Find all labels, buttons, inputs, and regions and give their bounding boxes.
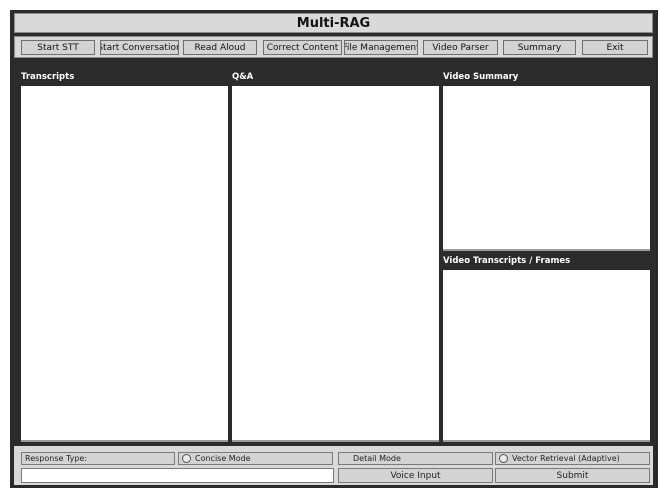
start-conversation-button[interactable]: Start Conversation <box>100 40 179 55</box>
summary-button[interactable]: Summary <box>503 40 576 55</box>
correct-content-button[interactable]: Correct Content <box>263 40 342 55</box>
footer-controls: Response Type: Concise Mode Detail Mode … <box>14 446 653 485</box>
video-summary-panel[interactable] <box>443 86 650 251</box>
app-window: Multi-RAG Start STT Start Conversation R… <box>10 10 658 488</box>
toolbar: Start STT Start Conversation Read Aloud … <box>14 36 653 58</box>
qa-label: Q&A <box>232 72 254 82</box>
radio-icon <box>182 454 191 463</box>
vector-retrieval-radio[interactable]: Vector Retrieval (Adaptive) <box>495 452 650 465</box>
qa-panel[interactable] <box>232 86 439 442</box>
video-transcripts-frames-label: Video Transcripts / Frames <box>443 256 571 266</box>
video-transcripts-frames-panel[interactable] <box>443 270 650 442</box>
radio-icon <box>499 454 508 463</box>
detail-mode-label: Detail Mode <box>353 454 401 463</box>
submit-button[interactable]: Submit <box>495 468 650 483</box>
transcripts-panel[interactable] <box>21 86 228 442</box>
video-summary-label: Video Summary <box>443 72 519 82</box>
vector-retrieval-label: Vector Retrieval (Adaptive) <box>512 454 620 463</box>
exit-button[interactable]: Exit <box>582 40 648 55</box>
read-aloud-button[interactable]: Read Aloud <box>183 40 257 55</box>
file-management-button[interactable]: File Management <box>344 40 418 55</box>
concise-mode-label: Concise Mode <box>195 454 251 463</box>
query-input[interactable] <box>21 468 334 483</box>
response-type-label: Response Type: <box>21 452 175 465</box>
app-title: Multi-RAG <box>296 15 371 31</box>
video-parser-button[interactable]: Video Parser <box>423 40 498 55</box>
start-stt-button[interactable]: Start STT <box>21 40 95 55</box>
concise-mode-radio[interactable]: Concise Mode <box>178 452 333 465</box>
detail-mode-option[interactable]: Detail Mode <box>338 452 493 465</box>
title-bar: Multi-RAG <box>14 13 653 33</box>
transcripts-label: Transcripts <box>21 72 75 82</box>
voice-input-button[interactable]: Voice Input <box>338 468 493 483</box>
